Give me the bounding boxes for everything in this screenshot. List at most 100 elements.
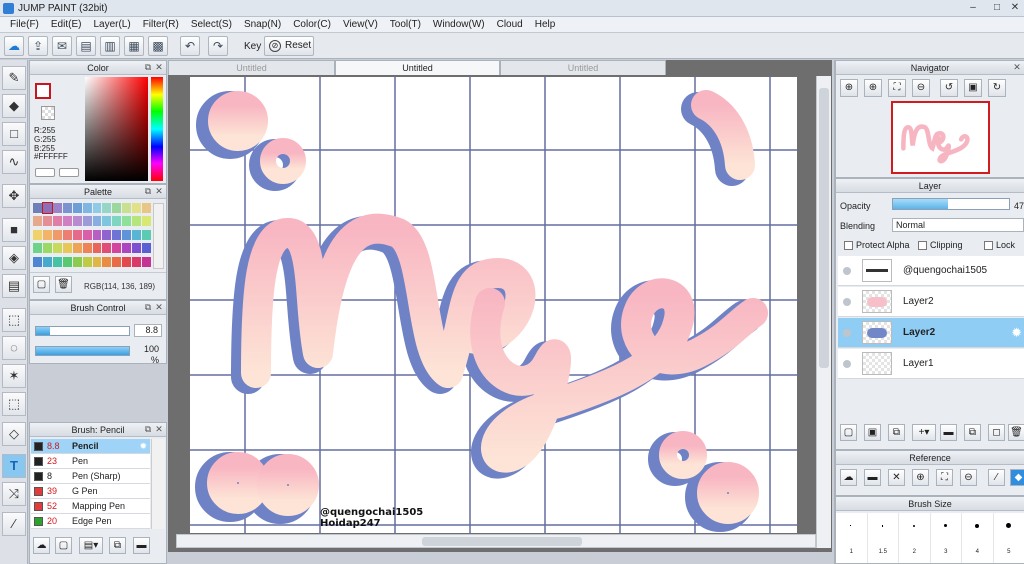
new-layer-folder-icon[interactable]: ▣	[864, 424, 881, 441]
palette-swatch[interactable]	[62, 243, 72, 254]
palette-swatch[interactable]	[112, 216, 122, 227]
menu-layer[interactable]: Layer(L)	[87, 19, 136, 30]
panel-close-icon[interactable]: ✕	[154, 424, 164, 434]
tab-untitled-3[interactable]: Untitled	[500, 60, 666, 75]
brush-size-preset[interactable]: 1	[836, 513, 868, 563]
folder-icon[interactable]: ▬	[940, 424, 957, 441]
layer-row[interactable]: Layer1	[838, 349, 1024, 379]
visibility-icon[interactable]	[843, 360, 851, 368]
palette-swatch[interactable]	[82, 203, 92, 213]
palette-swatch[interactable]	[122, 203, 132, 213]
menu-window[interactable]: Window(W)	[427, 19, 491, 30]
palette-swatch[interactable]	[132, 203, 142, 213]
menu-file[interactable]: File(F)	[4, 19, 45, 30]
select-rect-tool-icon[interactable]: ⬚	[2, 308, 26, 332]
lock-checkbox[interactable]	[984, 241, 993, 250]
rotate-right-icon[interactable]: ↻	[988, 79, 1006, 97]
palette-swatch[interactable]	[112, 256, 122, 267]
lasso-tool-icon[interactable]: ◌	[2, 336, 26, 360]
grid-icon[interactable]: ▩	[148, 36, 168, 56]
palette-swatch[interactable]	[33, 216, 42, 227]
delete-layer-icon[interactable]: 🗑	[1008, 424, 1024, 441]
visibility-icon[interactable]	[843, 329, 851, 337]
blending-select[interactable]: Normal	[892, 218, 1024, 232]
drawing-canvas[interactable]: @quengochai1505 Hoidap247	[190, 77, 797, 533]
layer-row[interactable]: @quengochai1505	[838, 256, 1024, 286]
eyedropper-icon[interactable]: ⁄	[988, 469, 1005, 486]
palette-swatch[interactable]	[102, 203, 112, 213]
palette-swatch[interactable]	[33, 203, 42, 213]
palette-swatch[interactable]	[33, 229, 42, 240]
clipping-checkbox[interactable]	[918, 241, 927, 250]
palette-swatch[interactable]	[142, 216, 151, 227]
new-palette-icon[interactable]: ▢	[33, 276, 50, 293]
reset-view-icon[interactable]: ▣	[964, 79, 982, 97]
reference-pin-icon[interactable]: ◆	[1010, 469, 1024, 486]
share-icon[interactable]: ⇪	[28, 36, 48, 56]
palette-swatch[interactable]	[112, 243, 122, 254]
menu-filter[interactable]: Filter(R)	[137, 19, 185, 30]
protect-alpha-checkbox[interactable]	[844, 241, 853, 250]
eyedropper-tool-icon[interactable]: ⁄	[2, 512, 26, 536]
brush-item[interactable]: 20 Edge Pen	[31, 514, 150, 529]
page-icon[interactable]: ▦	[124, 36, 144, 56]
tab-untitled-1[interactable]: Untitled	[168, 60, 335, 75]
gear-icon[interactable]: ✹	[139, 439, 147, 454]
brush-folder-icon[interactable]: ▬	[133, 537, 150, 554]
new-brush-icon[interactable]: ▢	[55, 537, 72, 554]
palette-swatch[interactable]	[122, 229, 132, 240]
palette-swatch[interactable]	[52, 229, 62, 240]
palette-swatch[interactable]	[112, 229, 122, 240]
color-swap-button[interactable]	[59, 168, 79, 177]
palette-swatch[interactable]	[92, 216, 102, 227]
operation-tool-icon[interactable]: ⤨	[2, 482, 26, 506]
panel-close-icon[interactable]: ✕	[154, 186, 164, 196]
line-tool-icon[interactable]: ∿	[2, 150, 26, 174]
gear-icon[interactable]: ✹	[1011, 325, 1022, 341]
palette-swatch[interactable]	[132, 229, 142, 240]
hue-slider[interactable]	[151, 77, 163, 181]
palette-swatch[interactable]	[102, 229, 112, 240]
reference-cloud-icon[interactable]: ☁	[840, 469, 857, 486]
palette-swatch[interactable]	[82, 229, 92, 240]
layer-row-selected[interactable]: Layer2 ✹	[838, 318, 1024, 348]
brush-size-preset[interactable]: 3	[931, 513, 962, 563]
palette-swatch[interactable]	[72, 216, 82, 227]
palette-swatch[interactable]	[142, 229, 151, 240]
palette-swatch[interactable]	[122, 216, 132, 227]
palette-swatch[interactable]	[82, 216, 92, 227]
palette-swatch[interactable]	[62, 229, 72, 240]
navigator-thumbnail[interactable]	[891, 101, 990, 174]
palette-swatch[interactable]	[132, 243, 142, 254]
palette-swatch[interactable]	[92, 243, 102, 254]
canvas-vertical-scrollbar[interactable]	[816, 76, 831, 548]
brush-size-preset[interactable]: 2	[899, 513, 931, 563]
zoom-in-plus-icon[interactable]: ⊕	[864, 79, 882, 97]
copy-brush-icon[interactable]: ⧉	[109, 537, 126, 554]
brush-size-value[interactable]: 8.8	[134, 324, 162, 337]
brush-size-preset[interactable]: 5	[994, 513, 1024, 563]
palette-swatch[interactable]	[62, 203, 72, 213]
new-layer-icon[interactable]: ▢	[840, 424, 857, 441]
bucket-tool-icon[interactable]: ◈	[2, 246, 26, 270]
open-folder-icon[interactable]: ▬	[864, 469, 881, 486]
fill-rect-tool-icon[interactable]: ■	[2, 218, 26, 242]
cloud-icon[interactable]: ☁	[4, 36, 24, 56]
undock-icon[interactable]: ⧉	[143, 186, 153, 196]
palette-swatch[interactable]	[72, 229, 82, 240]
select-eraser-tool-icon[interactable]: ◇	[2, 422, 26, 446]
palette-swatch[interactable]	[62, 216, 72, 227]
palette-scrollbar[interactable]	[153, 203, 164, 269]
visibility-icon[interactable]	[843, 298, 851, 306]
text-tool-icon[interactable]: T	[2, 454, 26, 478]
canvas-horizontal-scrollbar[interactable]	[176, 534, 816, 548]
tab-untitled-active[interactable]: Untitled	[335, 60, 500, 75]
comment-icon[interactable]: ✉	[52, 36, 72, 56]
palette-swatch[interactable]	[52, 256, 62, 267]
brush-size-preset[interactable]: 4	[962, 513, 994, 563]
menu-help[interactable]: Help	[529, 19, 562, 30]
zoom-in-icon[interactable]: ⊕	[840, 79, 858, 97]
brush-size-preset[interactable]: 1.5	[868, 513, 899, 563]
brush-item[interactable]: 23 Pen	[31, 454, 150, 469]
color-mode-button[interactable]	[35, 168, 55, 177]
